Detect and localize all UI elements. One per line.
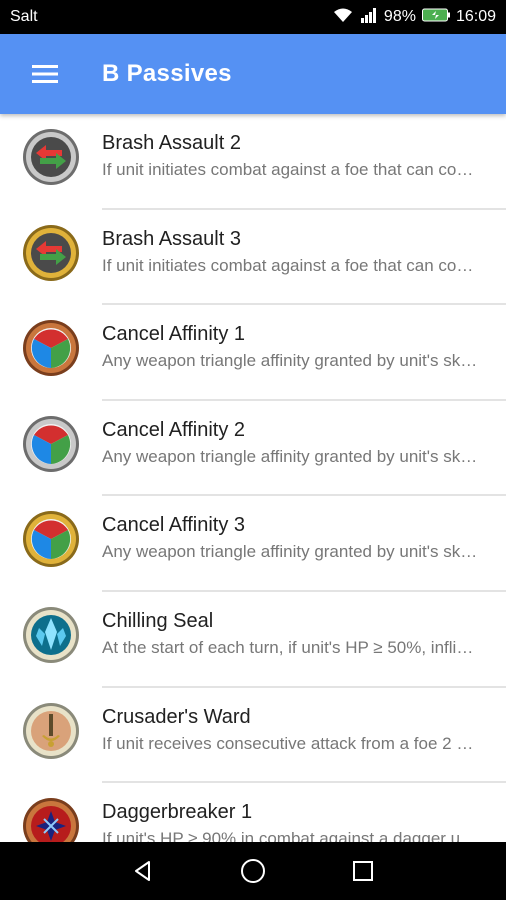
item-description: Any weapon triangle affinity granted by … [102, 351, 480, 371]
battery-percent: 98% [383, 8, 416, 25]
back-triangle-icon [135, 861, 150, 881]
chilling-seal-icon [22, 606, 80, 664]
item-description: Any weapon triangle affinity granted by … [102, 446, 480, 466]
item-description: At the start of each turn, if unit's HP … [102, 637, 480, 657]
brash-assault-icon [22, 224, 80, 282]
battery-charging-icon [421, 7, 450, 28]
skills-list: Brash Assault 2 If unit initiates combat… [0, 114, 506, 842]
list-item[interactable]: Daggerbreaker 1 If unit's HP ≥ 90% in co… [0, 783, 506, 842]
app-bar: B Passives [0, 34, 506, 114]
navigation-bar [0, 842, 506, 900]
list-item[interactable]: Cancel Affinity 3 Any weapon triangle af… [0, 496, 506, 592]
item-title: Brash Assault 3 [102, 227, 241, 250]
carrier-name: Salt [10, 8, 38, 25]
list-item[interactable]: Cancel Affinity 1 Any weapon triangle af… [0, 305, 506, 401]
item-title: Daggerbreaker 1 [102, 801, 253, 824]
list-item[interactable]: Cancel Affinity 2 Any weapon triangle af… [0, 401, 506, 497]
item-description: Any weapon triangle affinity granted by … [102, 542, 480, 562]
back-button[interactable] [113, 842, 173, 900]
list-item[interactable]: Brash Assault 2 If unit initiates combat… [0, 114, 506, 210]
daggerbreaker-icon [22, 797, 80, 842]
recents-square-icon [353, 861, 373, 881]
brash-assault-icon [22, 128, 80, 186]
item-title: Chilling Seal [102, 609, 214, 632]
crusaders-ward-icon [22, 702, 80, 760]
item-description: If unit initiates combat against a foe t… [102, 160, 480, 179]
wifi-icon [332, 7, 354, 28]
home-circle-icon [241, 859, 265, 883]
item-description: If unit initiates combat against a foe t… [102, 255, 480, 275]
item-title: Crusader's Ward [102, 705, 251, 728]
cancel-affinity-icon [22, 415, 80, 473]
item-title: Brash Assault 2 [102, 132, 241, 154]
list-item[interactable]: Crusader's Ward If unit receives consecu… [0, 688, 506, 784]
cancel-affinity-icon [22, 510, 80, 568]
list-item[interactable]: Brash Assault 3 If unit initiates combat… [0, 210, 506, 306]
item-description: If unit receives consecutive attack from… [102, 733, 480, 753]
page-title: B Passives [102, 60, 232, 87]
status-bar: Salt 98% 16:09 [0, 0, 506, 34]
recents-button[interactable] [333, 842, 393, 900]
item-title: Cancel Affinity 1 [102, 323, 246, 346]
menu-button[interactable] [22, 51, 68, 97]
hamburger-menu-icon [32, 65, 58, 83]
item-description: If unit's HP ≥ 90% in combat against a d… [102, 829, 480, 842]
list-item[interactable]: Chilling Seal At the start of each turn,… [0, 592, 506, 688]
item-title: Cancel Affinity 2 [102, 418, 246, 441]
item-title: Cancel Affinity 3 [102, 514, 246, 537]
cancel-affinity-icon [22, 319, 80, 377]
home-button[interactable] [223, 842, 283, 900]
status-icons: 98% 16:09 [332, 7, 496, 28]
clock: 16:09 [455, 8, 496, 25]
signal-icon [360, 7, 378, 28]
